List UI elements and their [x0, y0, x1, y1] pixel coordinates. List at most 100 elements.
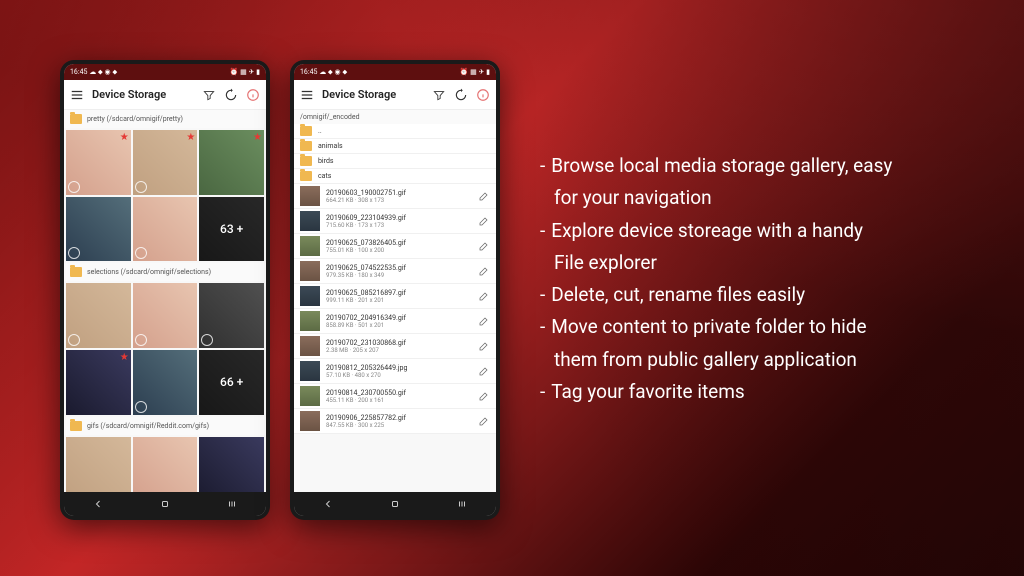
thumbnail[interactable]: [133, 283, 198, 348]
folder-item[interactable]: animals: [294, 139, 496, 154]
file-thumb: [300, 186, 320, 206]
thumbnail[interactable]: [199, 283, 264, 348]
section-header[interactable]: pretty (/sdcard/omnigif/pretty): [64, 110, 266, 128]
file-thumb: [300, 286, 320, 306]
thumbnail[interactable]: [133, 437, 198, 492]
feature-line: -Browse local media storage gallery, eas…: [540, 150, 984, 182]
file-name: 20190814_230700550.gif: [326, 389, 478, 397]
menu-icon[interactable]: [70, 88, 84, 102]
file-name: 20190603_190002751.gif: [326, 189, 478, 197]
file-item[interactable]: 20190906_225857782.gif847.55 KB · 300 x …: [294, 409, 496, 434]
explorer-content[interactable]: /omnigif/_encoded .. animals birds cats 201…: [294, 110, 496, 492]
file-item[interactable]: 20190609_223104939.gif715.60 KB · 173 x …: [294, 209, 496, 234]
home-icon[interactable]: [389, 495, 401, 514]
recents-icon[interactable]: [456, 495, 468, 514]
thumbnail[interactable]: ★: [66, 350, 131, 415]
appbar: Device Storage: [294, 80, 496, 110]
file-item[interactable]: 20190702_231030868.gif2.38 MB · 205 x 20…: [294, 334, 496, 359]
file-item[interactable]: 20190603_190002751.gif664.21 KB · 308 x …: [294, 184, 496, 209]
filter-icon[interactable]: [202, 88, 216, 102]
file-thumb: [300, 261, 320, 281]
folder-icon: [70, 267, 82, 277]
folder-icon: [300, 156, 312, 166]
folder-item[interactable]: birds: [294, 154, 496, 169]
folder-name: ..: [318, 127, 490, 135]
thumbnail[interactable]: [66, 283, 131, 348]
edit-icon[interactable]: [478, 415, 490, 427]
current-path: /omnigif/_encoded: [294, 110, 496, 124]
thumbnail[interactable]: ★: [66, 130, 131, 195]
file-meta: 2.38 MB · 205 x 207: [326, 347, 478, 354]
file-meta: 858.89 KB · 501 x 201: [326, 322, 478, 329]
thumbnail[interactable]: [133, 350, 198, 415]
file-meta: 979.35 KB · 180 x 349: [326, 272, 478, 279]
edit-icon[interactable]: [478, 290, 490, 302]
file-item[interactable]: 20190625_074522535.gif979.35 KB · 180 x …: [294, 259, 496, 284]
thumbnail[interactable]: [133, 197, 198, 262]
thumbnail[interactable]: [66, 197, 131, 262]
file-thumb: [300, 411, 320, 431]
folder-icon: [70, 421, 82, 431]
folder-name: animals: [318, 142, 490, 150]
thumbnail[interactable]: ★: [133, 130, 198, 195]
file-item[interactable]: 20190702_204916349.gif858.89 KB · 501 x …: [294, 309, 496, 334]
edit-icon[interactable]: [478, 190, 490, 202]
info-icon[interactable]: [476, 88, 490, 102]
section-header[interactable]: gifs (/sdcard/omnigif/Reddit.com/gifs): [64, 417, 266, 435]
thumbnail[interactable]: 63 +: [199, 197, 264, 262]
edit-icon[interactable]: [478, 365, 490, 377]
appbar-title: Device Storage: [92, 88, 194, 101]
recents-icon[interactable]: [226, 495, 238, 514]
folder-item[interactable]: ..: [294, 124, 496, 139]
file-thumb: [300, 236, 320, 256]
folder-icon: [300, 171, 312, 181]
folder-item[interactable]: cats: [294, 169, 496, 184]
thumbnail[interactable]: 66 +: [199, 350, 264, 415]
edit-icon[interactable]: [478, 315, 490, 327]
edit-icon[interactable]: [478, 390, 490, 402]
menu-icon[interactable]: [300, 88, 314, 102]
feature-line: -Delete, cut, rename files easily: [540, 279, 984, 311]
star-icon: ★: [186, 132, 195, 143]
folder-name: cats: [318, 172, 490, 180]
refresh-icon[interactable]: [454, 88, 468, 102]
edit-icon[interactable]: [478, 340, 490, 352]
file-thumb: [300, 361, 320, 381]
file-item[interactable]: 20190625_085216897.gif999.11 KB · 201 x …: [294, 284, 496, 309]
edit-icon[interactable]: [478, 240, 490, 252]
file-meta: 57.10 KB · 480 x 270: [326, 372, 478, 379]
section-header[interactable]: selections (/sdcard/omnigif/selections): [64, 263, 266, 281]
file-thumb: [300, 336, 320, 356]
appbar-title: Device Storage: [322, 88, 424, 101]
edit-icon[interactable]: [478, 265, 490, 277]
star-icon: ★: [120, 352, 129, 363]
appbar: Device Storage: [64, 80, 266, 110]
statusbar: 16:45 ☁ ⬥ ◉ ⬥ ⏰ ▦ ✈ ▮: [294, 64, 496, 80]
android-navbar: [294, 492, 496, 516]
edit-icon[interactable]: [478, 215, 490, 227]
star-icon: ★: [120, 132, 129, 143]
feature-line: -Tag your favorite items: [540, 376, 984, 408]
file-item[interactable]: 20190814_230700550.gif455.11 KB · 200 x …: [294, 384, 496, 409]
file-thumb: [300, 311, 320, 331]
file-name: 20190906_225857782.gif: [326, 414, 478, 422]
android-navbar: [64, 492, 266, 516]
file-name: 20190702_204916349.gif: [326, 314, 478, 322]
thumbnail[interactable]: [199, 437, 264, 492]
info-icon[interactable]: [246, 88, 260, 102]
gallery-content[interactable]: pretty (/sdcard/omnigif/pretty) ★ ★ ★ 63…: [64, 110, 266, 492]
refresh-icon[interactable]: [224, 88, 238, 102]
thumbnail[interactable]: [66, 437, 131, 492]
feature-line: -Explore device storeage with a handy: [540, 215, 984, 247]
file-thumb: [300, 386, 320, 406]
thumbnail[interactable]: ★: [199, 130, 264, 195]
file-name: 20190609_223104939.gif: [326, 214, 478, 222]
file-item[interactable]: 20190812_205326449.jpg57.10 KB · 480 x 2…: [294, 359, 496, 384]
filter-icon[interactable]: [432, 88, 446, 102]
file-meta: 664.21 KB · 308 x 173: [326, 197, 478, 204]
back-icon[interactable]: [92, 495, 104, 514]
file-item[interactable]: 20190625_073826405.gif755.01 KB · 100 x …: [294, 234, 496, 259]
file-meta: 847.55 KB · 300 x 225: [326, 422, 478, 429]
back-icon[interactable]: [322, 495, 334, 514]
home-icon[interactable]: [159, 495, 171, 514]
